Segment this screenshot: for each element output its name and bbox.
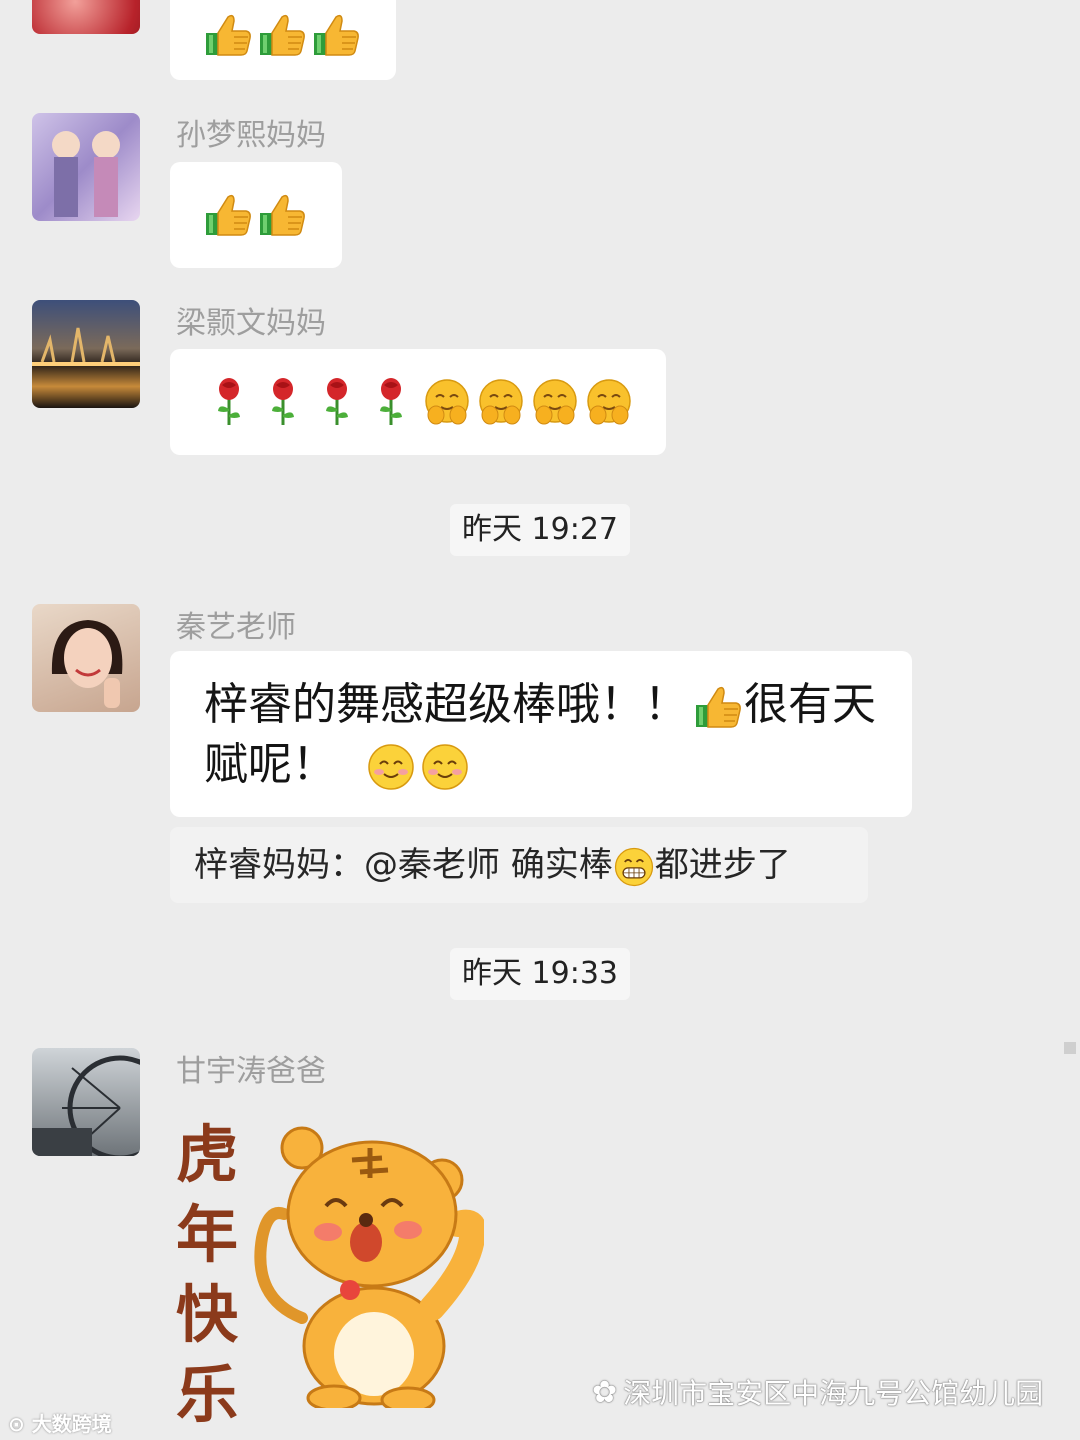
quote-text-suffix: 都进步了 <box>654 845 791 885</box>
avatar[interactable] <box>32 604 140 712</box>
watermark: ✿ 深圳市宝安区中海九号公馆幼儿园 <box>592 1372 1043 1412</box>
timestamp: 昨天 19:27 <box>450 504 630 556</box>
sender-name: 孙梦熙妈妈 <box>176 118 326 153</box>
quoted-reply[interactable]: 梓睿妈妈：@秦老师 确实棒 都进步了 <box>170 827 868 903</box>
message-text-line1: 梓睿的舞感超级棒哦！！ <box>204 679 688 730</box>
sticker-text-char: 乐 <box>176 1358 239 1431</box>
avatar[interactable] <box>32 300 140 408</box>
hug-emoji-icon <box>530 377 580 427</box>
sticker-text-char: 年 <box>176 1198 239 1271</box>
message-bubble-thumbs[interactable] <box>170 0 396 80</box>
sticker-text-char: 快 <box>176 1278 239 1351</box>
thumbs-up-icon <box>694 683 742 731</box>
message-bubble-thumbs[interactable] <box>170 162 342 268</box>
rose-icon <box>268 377 298 427</box>
corner-logo: ⊙ 大数跨境 <box>8 1408 112 1437</box>
thumbs-up-icon <box>258 11 306 59</box>
message-text: 梓睿的舞感超级棒哦！！ 很有天 赋呢！ <box>204 675 882 795</box>
logo-icon: ⊙ <box>8 1412 25 1436</box>
sticker-text-char: 虎 <box>176 1118 239 1191</box>
grin-emoji-icon <box>613 846 655 888</box>
thumbs-up-icon <box>312 11 360 59</box>
avatar-illustration <box>32 1055 140 1156</box>
thumbs-up-icon <box>258 191 306 239</box>
avatar[interactable] <box>32 1048 140 1156</box>
hug-emoji-icon <box>584 377 634 427</box>
rose-icon <box>322 377 352 427</box>
wechat-icon: ✿ <box>592 1374 618 1410</box>
hug-emoji-icon <box>422 377 472 427</box>
message-text-line1b: 很有天 <box>744 679 876 730</box>
smile-emoji-icon <box>420 742 470 792</box>
rose-icon <box>376 377 406 427</box>
tiger-sticker-illustration[interactable] <box>232 1118 484 1408</box>
hug-emoji-icon <box>476 377 526 427</box>
avatar[interactable] <box>32 113 140 221</box>
sender-name: 秦艺老师 <box>176 610 296 645</box>
thumbs-up-icon <box>204 191 252 239</box>
watermark-text: 深圳市宝安区中海九号公馆幼儿园 <box>623 1377 1044 1410</box>
avatar-illustration <box>51 620 123 708</box>
avatar-illustration <box>32 327 140 366</box>
sender-name: 甘宇涛爸爸 <box>176 1054 326 1089</box>
message-bubble-emojis[interactable] <box>170 349 666 455</box>
timestamp: 昨天 19:33 <box>450 948 630 1000</box>
corner-logo-text: 大数跨境 <box>31 1412 112 1436</box>
rose-icon <box>214 377 244 427</box>
thumbs-up-icon <box>204 11 252 59</box>
quote-text: 梓睿妈妈：@秦老师 确实棒 <box>194 845 613 885</box>
avatar-partial[interactable] <box>32 0 140 34</box>
avatar-illustration <box>52 131 120 217</box>
message-bubble-text[interactable]: 梓睿的舞感超级棒哦！！ 很有天 赋呢！ <box>170 651 912 817</box>
sender-name: 梁颢文妈妈 <box>176 306 326 341</box>
message-text-line2: 赋呢！ <box>204 739 336 790</box>
scroll-indicator[interactable] <box>1064 1042 1076 1054</box>
smile-emoji-icon <box>366 742 416 792</box>
